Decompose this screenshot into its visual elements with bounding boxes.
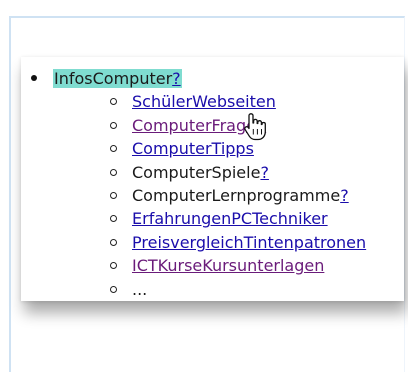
menu-popup: InfosComputer? SchülerWebseiten Computer…: [21, 57, 404, 301]
submenu-item: ComputerFragen: [110, 114, 366, 137]
menu-item-infoscomputer: InfosComputer? SchülerWebseiten Computer…: [31, 67, 366, 301]
link-schuelerwebseiten[interactable]: SchülerWebseiten: [132, 92, 276, 111]
more-ellipsis: ...: [132, 279, 148, 299]
label-computerlernprogramme: ComputerLernprogramme: [132, 186, 341, 206]
circle-bullet-icon: [110, 262, 117, 270]
circle-bullet-icon: [110, 192, 117, 200]
circle-bullet-icon: [110, 145, 117, 153]
disc-bullet-icon: [31, 75, 37, 81]
link-erfahrungenpctechniker[interactable]: ErfahrungenPCTechniker: [132, 209, 328, 228]
submenu-item: SchülerWebseiten: [110, 90, 366, 113]
link-preisvergleichtintenpatronen[interactable]: PreisvergleichTintenpatronen: [132, 233, 366, 252]
page-title: InfosComputer: [54, 69, 173, 88]
create-computerspiele-link[interactable]: ?: [260, 163, 269, 182]
submenu-item: ErfahrungenPCTechniker: [110, 207, 366, 230]
label-computerspiele: ComputerSpiele: [132, 162, 261, 182]
submenu-list: SchülerWebseiten ComputerFragen Computer…: [53, 90, 366, 301]
submenu-item: ComputerTipps: [110, 137, 366, 160]
submenu-item: ICTKurseKursunterlagen: [110, 254, 366, 277]
circle-bullet-icon: [110, 285, 117, 293]
submenu-item: ...: [110, 278, 366, 301]
create-page-question-link[interactable]: ?: [172, 69, 181, 88]
circle-bullet-icon: [110, 238, 117, 246]
circle-bullet-icon: [110, 121, 117, 129]
circle-bullet-icon: [110, 168, 117, 176]
link-ictkursekursunterlagen[interactable]: ICTKurseKursunterlagen: [132, 256, 324, 275]
create-computerlernprogramme-link[interactable]: ?: [340, 186, 349, 205]
highlighted-page-title: InfosComputer?: [53, 69, 182, 88]
circle-bullet-icon: [110, 215, 117, 223]
submenu-item: ComputerSpiele?: [110, 161, 366, 184]
submenu-item: ComputerLernprogramme?: [110, 184, 366, 207]
circle-bullet-icon: [110, 98, 117, 106]
link-computertipps[interactable]: ComputerTipps: [132, 139, 254, 158]
submenu-item: PreisvergleichTintenpatronen: [110, 231, 366, 254]
menu-tree: InfosComputer? SchülerWebseiten Computer…: [31, 67, 366, 301]
link-computerfragen[interactable]: ComputerFragen: [132, 116, 266, 135]
